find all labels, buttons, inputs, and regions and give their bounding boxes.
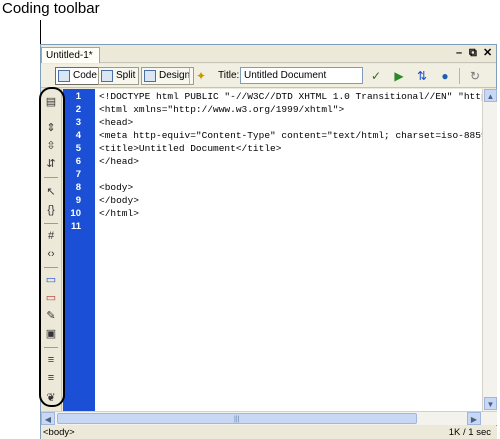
line-number: 9	[75, 195, 81, 206]
line-number: 3	[75, 117, 81, 128]
line-number: 10	[70, 208, 81, 219]
document-titlebar: Untitled-1* – ⧉ ✕	[41, 45, 496, 63]
restore-button[interactable]: ⧉	[469, 47, 477, 60]
line-number: 2	[75, 104, 81, 115]
code-line: </html>	[99, 208, 139, 219]
minimize-button[interactable]: –	[456, 47, 462, 60]
document-title-input[interactable]	[240, 67, 363, 84]
line-number: 11	[70, 221, 81, 232]
code-view-icon	[58, 70, 70, 82]
validate-markup-icon[interactable]: ✓	[368, 69, 384, 83]
split-view-icon	[101, 70, 113, 82]
scroll-up-arrow-icon[interactable]: ▲	[484, 89, 497, 102]
tag-selector[interactable]: <body>	[43, 426, 75, 439]
design-view-button[interactable]: Design	[141, 67, 195, 85]
toolbar-separator	[189, 68, 190, 84]
coding-toolbar-callout-label: Coding toolbar	[2, 0, 100, 17]
code-view-label: Code	[73, 70, 97, 81]
line-number: 5	[75, 143, 81, 154]
check-browser-icon[interactable]: ▶	[391, 69, 407, 83]
coding-toolbar-callout-outline	[39, 87, 65, 407]
live-view-icon[interactable]: ✦	[193, 69, 209, 83]
line-number: 8	[75, 182, 81, 193]
line-number-gutter: 1 2 3 4 5 6 7 8 9 10 11	[63, 89, 95, 411]
file-management-icon[interactable]: ⇅	[414, 69, 430, 83]
vertical-scrollbar[interactable]: ▲ ▼	[482, 89, 497, 411]
scroll-right-arrow-icon[interactable]: ▶	[467, 412, 481, 425]
document-tab[interactable]: Untitled-1*	[41, 47, 100, 63]
download-size-time: 1K / 1 sec	[448, 427, 491, 438]
code-line: <head>	[99, 117, 134, 128]
code-line: <body>	[99, 182, 134, 193]
code-line: <!DOCTYPE html PUBLIC "-//W3C//DTD XHTML…	[99, 91, 482, 102]
refresh-icon[interactable]: ↻	[467, 69, 483, 83]
design-view-icon	[144, 70, 156, 82]
code-editor[interactable]: <!DOCTYPE html PUBLIC "-//W3C//DTD XHTML…	[95, 89, 482, 411]
line-number: 4	[75, 130, 81, 141]
split-view-label: Split	[116, 70, 136, 81]
scroll-down-arrow-icon[interactable]: ▼	[484, 397, 497, 410]
status-bar: <body> 1K / 1 sec	[41, 426, 497, 439]
line-number: 1	[75, 91, 81, 102]
title-label: Title:	[218, 70, 240, 81]
code-line: </head>	[99, 156, 139, 167]
design-view-label: Design	[159, 70, 191, 81]
preview-browser-icon[interactable]: ●	[437, 69, 453, 83]
horizontal-scroll-thumb[interactable]: |||	[57, 413, 417, 424]
line-number: 7	[75, 169, 81, 180]
document-window: Untitled-1* – ⧉ ✕ Code Split Design ✦ Ti…	[40, 44, 497, 439]
split-view-button[interactable]: Split	[98, 67, 140, 85]
horizontal-scrollbar[interactable]: ◀ ||| ▶	[41, 411, 497, 425]
code-line: <html xmlns="http://www.w3.org/1999/xhtm…	[99, 104, 345, 115]
code-line: <meta http-equiv="Content-Type" content=…	[99, 130, 482, 141]
code-line: <title>Untitled Document</title>	[99, 143, 282, 154]
line-number: 6	[75, 156, 81, 167]
scroll-left-arrow-icon[interactable]: ◀	[41, 412, 55, 425]
scroll-grip-icon: |||	[234, 416, 240, 423]
code-view-button[interactable]: Code	[55, 67, 101, 85]
toolbar-separator	[459, 68, 460, 84]
document-toolbar: Code Split Design ✦ Title: ✓ ▶ ⇅ ● ↻	[41, 64, 496, 88]
close-button[interactable]: ✕	[483, 47, 492, 60]
code-line: </body>	[99, 195, 139, 206]
